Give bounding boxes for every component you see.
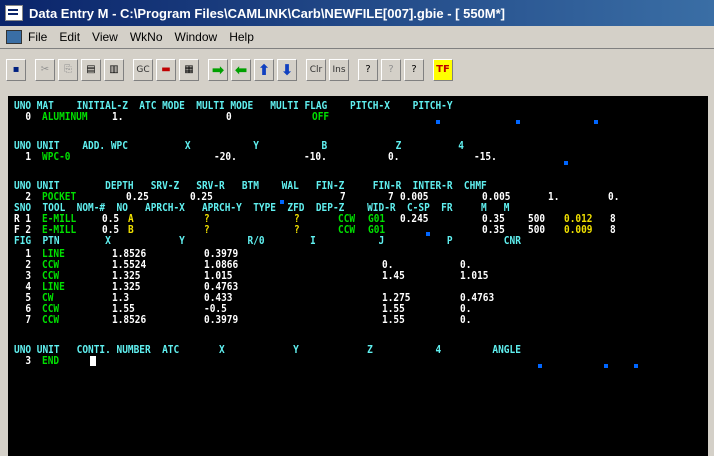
menu-help[interactable]: Help bbox=[229, 30, 254, 44]
arrow-right-icon[interactable]: ➡ bbox=[208, 58, 228, 81]
field-value[interactable]: WPC-0 bbox=[42, 151, 70, 163]
field-value[interactable]: 1.55 bbox=[382, 314, 405, 326]
field-value[interactable]: 1. bbox=[548, 191, 559, 203]
copy-icon[interactable]: ⎘ bbox=[58, 58, 78, 81]
menu-wkno[interactable]: WkNo bbox=[130, 30, 163, 44]
field-value[interactable]: -15. bbox=[474, 151, 497, 163]
field-value[interactable]: 1.45 bbox=[382, 270, 405, 282]
empty-field-marker[interactable] bbox=[594, 120, 598, 124]
clr-button[interactable]: Clr bbox=[306, 58, 326, 81]
field-value[interactable]: 8 bbox=[610, 224, 616, 236]
empty-field-marker[interactable] bbox=[436, 120, 440, 124]
help2-icon[interactable]: ? bbox=[404, 58, 424, 81]
tf-button[interactable]: TF bbox=[433, 58, 453, 81]
window-titlebar: Data Entry M - C:\Program Files\CAMLINK\… bbox=[0, 0, 714, 26]
save-icon[interactable]: ▪ bbox=[6, 58, 26, 81]
data-entry-screen[interactable]: UNO MAT INITIAL-Z ATC MODE MULTI MODE MU… bbox=[8, 96, 708, 456]
print-icon[interactable]: ▥ bbox=[104, 58, 124, 81]
empty-field-marker[interactable] bbox=[564, 161, 568, 165]
field-value[interactable]: 3 bbox=[14, 355, 31, 367]
ins-button[interactable]: Ins bbox=[329, 58, 349, 81]
field-value[interactable]: -20. bbox=[214, 151, 237, 163]
gc-button[interactable]: GC bbox=[133, 58, 153, 81]
gray-help-icon[interactable]: ? bbox=[381, 58, 401, 81]
empty-field-marker[interactable] bbox=[280, 200, 284, 204]
text-cursor bbox=[90, 356, 96, 366]
field-value[interactable]: 1.8526 bbox=[112, 314, 146, 326]
field-header-row: SNO TOOL NOM-# NO APRCH-X APRCH-Y TYPE Z… bbox=[14, 201, 510, 214]
help-icon[interactable]: ? bbox=[358, 58, 378, 81]
field-value[interactable]: 0.3979 bbox=[204, 314, 238, 326]
toolbar: ▪ ✂ ⎘ ▤ ▥ GC ▬ ▦ ➡ ⬅ ⬆ ⬇ Clr Ins??? TF bbox=[0, 48, 714, 90]
empty-field-marker[interactable] bbox=[604, 364, 608, 368]
field-value[interactable]: END bbox=[42, 355, 59, 367]
field-value[interactable]: 1 bbox=[14, 151, 31, 163]
field-value[interactable]: CCW bbox=[42, 314, 59, 326]
cut-icon[interactable]: ✂ bbox=[35, 58, 55, 81]
menu-edit[interactable]: Edit bbox=[59, 30, 80, 44]
tool-icon[interactable]: ▦ bbox=[179, 58, 199, 81]
field-value[interactable]: -10. bbox=[304, 151, 327, 163]
field-value[interactable]: 0.245 bbox=[400, 213, 428, 225]
field-value[interactable]: 0. bbox=[460, 314, 471, 326]
menu-window[interactable]: Window bbox=[175, 30, 218, 44]
arrow-down-icon[interactable]: ⬇ bbox=[277, 58, 297, 81]
menu-bar: File Edit View WkNo Window Help bbox=[0, 26, 714, 49]
menu-file[interactable]: File bbox=[28, 30, 47, 44]
field-value[interactable]: 1. bbox=[112, 111, 123, 123]
empty-field-marker[interactable] bbox=[516, 120, 520, 124]
arrow-up-icon[interactable]: ⬆ bbox=[254, 58, 274, 81]
field-value[interactable]: 0 bbox=[226, 111, 232, 123]
field-value[interactable]: OFF bbox=[312, 111, 329, 123]
empty-field-marker[interactable] bbox=[538, 364, 542, 368]
field-value[interactable]: 7 bbox=[14, 314, 31, 326]
menu-view[interactable]: View bbox=[92, 30, 118, 44]
field-value[interactable]: 0. bbox=[608, 191, 619, 203]
field-header-row: FIG PTN X Y R/0 I J P CNR bbox=[14, 234, 521, 247]
red-tool-icon[interactable]: ▬ bbox=[156, 58, 176, 81]
field-value[interactable]: 0.009 bbox=[564, 224, 592, 236]
app-icon bbox=[5, 5, 23, 21]
field-header-row: UNO UNIT CONTI. NUMBER ATC X Y Z 4 ANGLE bbox=[14, 343, 521, 356]
paste-icon[interactable]: ▤ bbox=[81, 58, 101, 81]
field-value[interactable]: 1.015 bbox=[460, 270, 488, 282]
empty-field-marker[interactable] bbox=[426, 232, 430, 236]
window-title: Data Entry M - C:\Program Files\CAMLINK\… bbox=[29, 5, 506, 21]
document-icon[interactable] bbox=[6, 30, 22, 44]
field-value[interactable]: 0. bbox=[388, 151, 399, 163]
empty-field-marker[interactable] bbox=[634, 364, 638, 368]
field-value[interactable]: ALUMINUM bbox=[42, 111, 88, 123]
field-value[interactable]: 0 bbox=[14, 111, 31, 123]
arrow-left-icon[interactable]: ⬅ bbox=[231, 58, 251, 81]
field-value[interactable]: 500 bbox=[528, 224, 545, 236]
